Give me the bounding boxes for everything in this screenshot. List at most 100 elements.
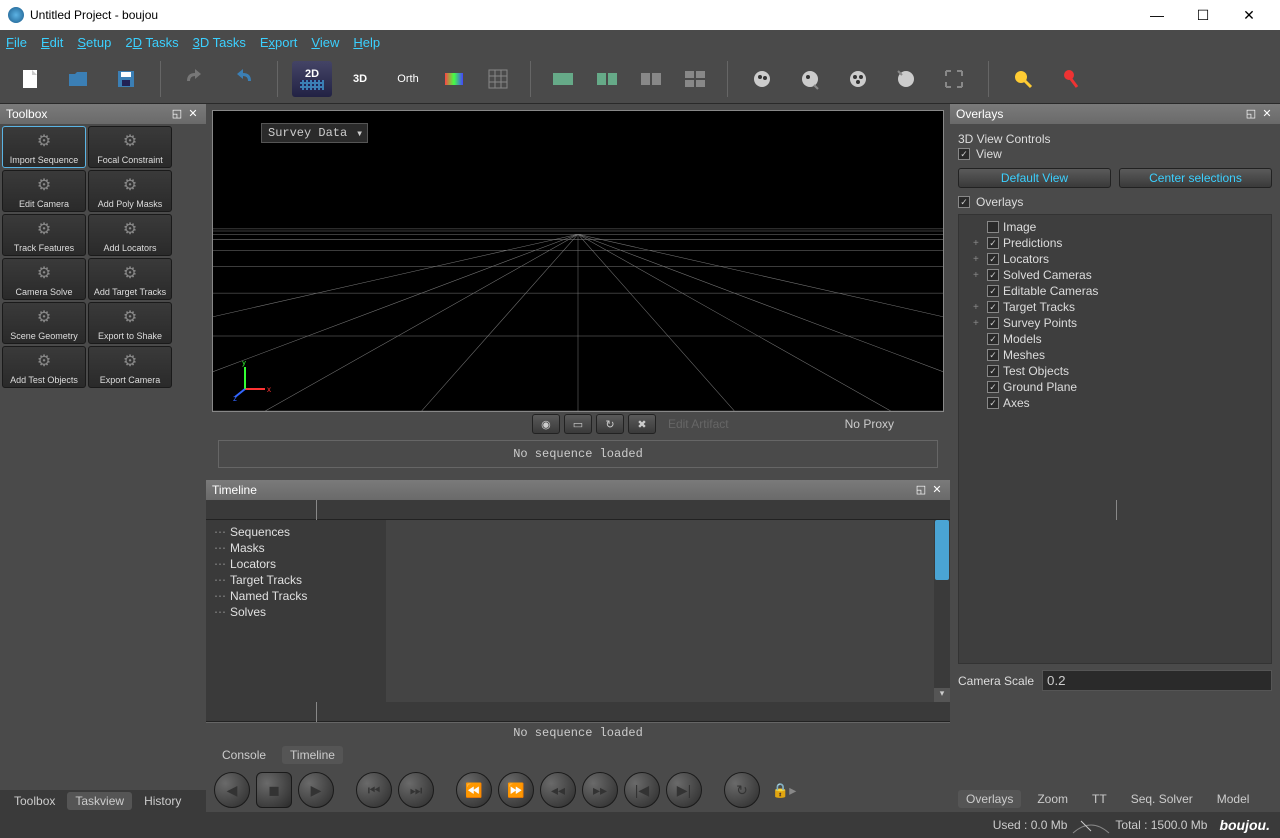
timeline-tab-timeline[interactable]: Timeline (282, 746, 343, 764)
menu-file[interactable]: File (6, 35, 27, 50)
toolbox-tab-toolbox[interactable]: Toolbox (6, 792, 63, 810)
overlay-item-axes[interactable]: ✓Axes (963, 395, 1267, 411)
thumb3-icon[interactable] (633, 61, 669, 97)
menu-help[interactable]: Help (353, 35, 380, 50)
tool-add-target-tracks[interactable]: ⚙Add Target Tracks (88, 258, 172, 300)
viewport-mode-dropdown[interactable]: Survey Data (261, 123, 368, 143)
overlays-tab-model[interactable]: Model (1209, 790, 1258, 808)
range-rev-button[interactable]: |◀ (624, 772, 660, 808)
overlays-tab-tt[interactable]: TT (1084, 790, 1115, 808)
tool-export-camera[interactable]: ⚙Export Camera (88, 346, 172, 388)
overlay-item-solved-cameras[interactable]: +✓Solved Cameras (963, 267, 1267, 283)
overlays-tree[interactable]: Image+✓Predictions+✓Locators+✓Solved Cam… (958, 214, 1272, 664)
menu-2d-tasks[interactable]: 2D Tasks (125, 35, 178, 50)
view-checkbox[interactable]: ✓ (958, 148, 970, 160)
open-file-icon[interactable] (58, 61, 98, 97)
skip-fwd-button[interactable]: ⏩ (498, 772, 534, 808)
thumb2-icon[interactable] (589, 61, 625, 97)
grid-icon[interactable] (480, 61, 516, 97)
gradient-icon[interactable] (436, 61, 472, 97)
key-rev-button[interactable]: ◂◂ (540, 772, 576, 808)
overlay-item-survey-points[interactable]: +✓Survey Points (963, 315, 1267, 331)
vp-eye-icon[interactable]: ◉ (532, 414, 560, 434)
minimize-button[interactable]: — (1134, 0, 1180, 30)
marker-yellow-icon[interactable] (1003, 61, 1043, 97)
timeline-item-locators[interactable]: Locators (214, 556, 378, 572)
timeline-item-sequences[interactable]: Sequences (214, 524, 378, 540)
overlay-item-meshes[interactable]: ✓Meshes (963, 347, 1267, 363)
overlay-item-locators[interactable]: +✓Locators (963, 251, 1267, 267)
menu-export[interactable]: Export (260, 35, 298, 50)
loop-button[interactable]: ↻ (724, 772, 760, 808)
tool-add-poly-masks[interactable]: ⚙Add Poly Masks (88, 170, 172, 212)
overlay-item-image[interactable]: Image (963, 219, 1267, 235)
timeline-canvas[interactable] (386, 520, 934, 702)
overlays-checkbox[interactable]: ✓ (958, 196, 970, 208)
range-fwd-button[interactable]: ▶| (666, 772, 702, 808)
toolbox-tab-history[interactable]: History (136, 792, 189, 810)
lock-button[interactable]: 🔒▸ (766, 772, 802, 808)
viewport-3d[interactable]: Survey Data x y z (212, 110, 944, 412)
camera1-icon[interactable] (742, 61, 782, 97)
tool-camera-solve[interactable]: ⚙Camera Solve (2, 258, 86, 300)
step-fwd-button[interactable]: ⏭ (398, 772, 434, 808)
thumb1-icon[interactable] (545, 61, 581, 97)
tool-focal-constraint[interactable]: ⚙Focal Constraint (88, 126, 172, 168)
timeline-close-icon[interactable]: ✕ (930, 483, 944, 497)
camera2-icon[interactable] (790, 61, 830, 97)
tool-track-features[interactable]: ⚙Track Features (2, 214, 86, 256)
vp-rect-icon[interactable]: ▭ (564, 414, 592, 434)
toolbox-dock-icon[interactable]: ◱ (170, 107, 184, 121)
thumb4-icon[interactable] (677, 61, 713, 97)
overlays-dock-icon[interactable]: ◱ (1244, 107, 1258, 121)
toolbox-close-icon[interactable]: ✕ (186, 107, 200, 121)
tool-edit-camera[interactable]: ⚙Edit Camera (2, 170, 86, 212)
view-2d-button[interactable]: 2D (292, 61, 332, 97)
overlays-tab-seq-solver[interactable]: Seq. Solver (1123, 790, 1201, 808)
timeline-item-target-tracks[interactable]: Target Tracks (214, 572, 378, 588)
overlays-tab-overlays[interactable]: Overlays (958, 790, 1021, 808)
play-rev-button[interactable]: ◀ (214, 772, 250, 808)
camera4-icon[interactable] (886, 61, 926, 97)
tool-add-locators[interactable]: ⚙Add Locators (88, 214, 172, 256)
timeline-dock-icon[interactable]: ◱ (914, 483, 928, 497)
skip-rev-button[interactable]: ⏪ (456, 772, 492, 808)
vp-x-icon[interactable]: ✖ (628, 414, 656, 434)
overlay-item-target-tracks[interactable]: +✓Target Tracks (963, 299, 1267, 315)
close-button[interactable]: ✕ (1226, 0, 1272, 30)
timeline-item-solves[interactable]: Solves (214, 604, 378, 620)
tool-export-to-shake[interactable]: ⚙Export to Shake (88, 302, 172, 344)
play-fwd-button[interactable]: ▶ (298, 772, 334, 808)
save-file-icon[interactable] (106, 61, 146, 97)
timeline-ruler-bottom[interactable] (206, 702, 950, 722)
tool-add-test-objects[interactable]: ⚙Add Test Objects (2, 346, 86, 388)
key-fwd-button[interactable]: ▸▸ (582, 772, 618, 808)
marker-red-icon[interactable] (1051, 61, 1091, 97)
overlay-item-predictions[interactable]: +✓Predictions (963, 235, 1267, 251)
overlay-item-editable-cameras[interactable]: ✓Editable Cameras (963, 283, 1267, 299)
timeline-tree[interactable]: SequencesMasksLocatorsTarget TracksNamed… (206, 520, 386, 702)
new-file-icon[interactable] (10, 61, 50, 97)
timeline-ruler[interactable] (206, 500, 950, 520)
tool-import-sequence[interactable]: ⚙Import Sequence (2, 126, 86, 168)
timeline-scrollbar[interactable]: ▾ (934, 520, 950, 702)
overlay-item-test-objects[interactable]: ✓Test Objects (963, 363, 1267, 379)
timeline-item-named-tracks[interactable]: Named Tracks (214, 588, 378, 604)
tool-scene-geometry[interactable]: ⚙Scene Geometry (2, 302, 86, 344)
overlays-tab-zoom[interactable]: Zoom (1029, 790, 1076, 808)
redo-icon[interactable] (223, 61, 263, 97)
menu-setup[interactable]: Setup (77, 35, 111, 50)
timeline-tab-console[interactable]: Console (214, 746, 274, 764)
fullscreen-icon[interactable] (934, 61, 974, 97)
default-view-button[interactable]: Default View (958, 168, 1111, 188)
menu-view[interactable]: View (311, 35, 339, 50)
camera-scale-input[interactable] (1042, 670, 1272, 691)
timeline-item-masks[interactable]: Masks (214, 540, 378, 556)
undo-icon[interactable] (175, 61, 215, 97)
camera3-icon[interactable] (838, 61, 878, 97)
overlay-item-models[interactable]: ✓Models (963, 331, 1267, 347)
view-orth-button[interactable]: Orth (388, 61, 428, 97)
step-rev-button[interactable]: ⏮ (356, 772, 392, 808)
toolbox-tab-taskview[interactable]: Taskview (67, 792, 132, 810)
menu-3d-tasks[interactable]: 3D Tasks (193, 35, 246, 50)
